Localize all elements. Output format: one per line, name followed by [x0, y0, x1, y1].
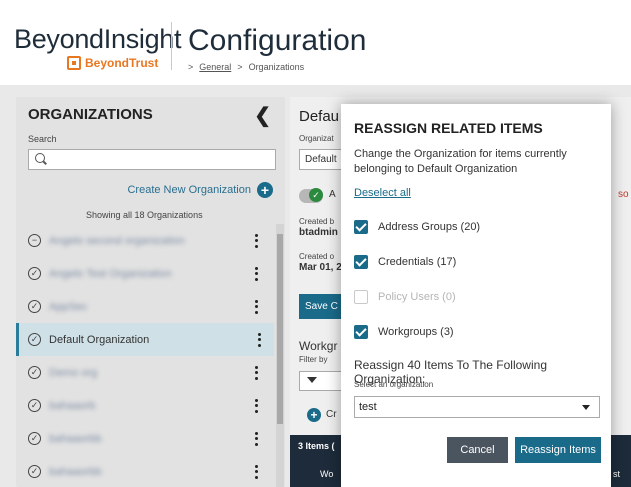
checkbox-checked[interactable] — [354, 220, 368, 234]
organization-row[interactable]: − Angelo second organization — [16, 224, 274, 257]
kebab-menu-icon[interactable] — [255, 266, 259, 281]
organization-name: bahaaorbb — [49, 432, 102, 445]
organization-name: AppSec — [49, 300, 88, 313]
active-toggle[interactable] — [299, 188, 323, 203]
detail-org-label: Organizat — [299, 134, 334, 143]
kebab-menu-icon[interactable] — [255, 299, 259, 314]
search-icon — [35, 153, 45, 163]
breadcrumb-organizations: Organizations — [248, 62, 305, 72]
select-organization-label: Select an organization — [354, 380, 434, 389]
check-circle-icon: ✓ — [28, 432, 41, 445]
organization-row[interactable]: ✓ bahaaorb — [16, 389, 274, 422]
reassign-items-modal: REASSIGN RELATED ITEMS Change the Organi… — [341, 104, 611, 487]
organizations-panel: ORGANIZATIONS ❮ Search Create New Organi… — [16, 97, 285, 487]
check-circle-icon: ✓ — [28, 465, 41, 478]
workgroups-checkbox-row[interactable]: Workgroups (3) — [354, 324, 454, 340]
column-header[interactable]: st — [613, 469, 620, 479]
beyondtrust-logo: BeyondTrust — [67, 56, 158, 70]
kebab-menu-icon[interactable] — [255, 365, 259, 380]
checkbox-label: Workgroups (3) — [378, 326, 454, 338]
plus-circle-icon[interactable]: + — [257, 182, 273, 198]
organization-name: bahaaorb — [49, 399, 96, 412]
credentials-checkbox-row[interactable]: Credentials (17) — [354, 254, 456, 270]
breadcrumb-general-link[interactable]: General — [199, 62, 231, 72]
search-input[interactable] — [28, 149, 276, 170]
collapse-panel-chevron-icon[interactable]: ❮ — [254, 103, 271, 128]
detail-title: Defau — [299, 108, 340, 125]
plus-circle-icon[interactable]: + — [307, 408, 321, 422]
minus-circle-icon: − — [28, 234, 41, 247]
organization-list: − Angelo second organization ✓ Angelo Te… — [16, 224, 274, 487]
column-header[interactable]: Wo — [320, 469, 333, 479]
kebab-menu-icon[interactable] — [255, 398, 259, 413]
chevron-down-icon — [582, 405, 590, 410]
check-circle-icon: ✓ — [28, 399, 41, 412]
created-on-value: Mar 01, 2 — [299, 262, 342, 273]
organization-name: Demo org — [49, 366, 98, 379]
scrollbar-thumb[interactable] — [277, 234, 283, 424]
check-circle-icon: ✓ — [28, 366, 41, 379]
kebab-menu-icon[interactable] — [255, 431, 259, 446]
organization-row[interactable]: ✓ bahaaorbb — [16, 422, 274, 455]
modal-description: Change the Organization for items curren… — [354, 148, 567, 175]
created-by-value: btadmin — [299, 227, 338, 238]
modal-title: REASSIGN RELATED ITEMS — [354, 120, 543, 136]
breadcrumb: > General > Organizations — [188, 62, 304, 72]
reassign-items-button[interactable]: Reassign Items — [515, 437, 601, 463]
app-header: BeyondInsight BeyondTrust Configuration … — [0, 0, 631, 85]
checkbox-label: Policy Users (0) — [378, 291, 456, 303]
check-circle-icon: ✓ — [28, 267, 41, 280]
checkbox-checked[interactable] — [354, 255, 368, 269]
logo-text: BeyondTrust — [85, 56, 159, 70]
items-count: 3 Items ( — [298, 441, 335, 451]
filter-label: Filter by — [299, 355, 328, 364]
create-organization-link[interactable]: Create New Organization — [127, 184, 251, 196]
create-organization-row[interactable]: Create New Organization + — [16, 182, 285, 198]
workgroups-title: Workgr — [299, 339, 338, 353]
search-label: Search — [28, 134, 57, 144]
created-by-label: Created b — [299, 217, 335, 226]
deselect-all-link[interactable]: Deselect all — [354, 187, 411, 199]
warning-text: so — [618, 189, 629, 200]
selected-organization: test — [359, 401, 377, 413]
breadcrumb-separator: > — [237, 62, 243, 72]
create-workgroup-link[interactable]: Cr — [326, 409, 337, 420]
organization-row[interactable]: ✓ Angelo Test Organization — [16, 257, 274, 290]
organizations-count: Showing all 18 Organizations — [86, 210, 203, 220]
panel-heading: ORGANIZATIONS — [28, 106, 153, 123]
page-title: Configuration — [188, 24, 367, 57]
breadcrumb-separator: > — [188, 62, 194, 72]
organization-name: Angelo second organization — [49, 234, 185, 247]
kebab-menu-icon[interactable] — [255, 233, 259, 248]
organization-name: Angelo Test Organization — [49, 267, 172, 280]
header-divider — [171, 22, 172, 70]
created-on-label: Created o — [299, 252, 335, 261]
active-toggle-label: A — [329, 189, 336, 200]
kebab-menu-icon[interactable] — [255, 464, 259, 479]
organization-name: bahaaorbb — [49, 465, 102, 478]
organization-row[interactable]: ✓ bahaaorbb — [16, 455, 274, 487]
check-circle-icon: ✓ — [28, 333, 41, 346]
organization-row[interactable]: ✓ Demo org — [16, 356, 274, 389]
organization-name: Default Organization — [49, 333, 150, 346]
checkbox-checked[interactable] — [354, 325, 368, 339]
brand-title: BeyondInsight — [14, 24, 182, 54]
address-groups-checkbox-row[interactable]: Address Groups (20) — [354, 219, 480, 235]
cancel-button[interactable]: Cancel — [447, 437, 508, 463]
organization-row-selected[interactable]: ✓ Default Organization — [16, 323, 274, 356]
logo-icon — [67, 56, 81, 70]
checkbox-label: Address Groups (20) — [378, 221, 481, 233]
organization-select[interactable]: test — [354, 396, 600, 418]
policy-users-checkbox-row: Policy Users (0) — [354, 289, 456, 305]
checkbox-label: Credentials (17) — [378, 256, 457, 268]
check-circle-icon: ✓ — [28, 300, 41, 313]
organization-row[interactable]: ✓ AppSec — [16, 290, 274, 323]
kebab-menu-icon[interactable] — [258, 332, 262, 347]
checkbox-disabled — [354, 290, 368, 304]
